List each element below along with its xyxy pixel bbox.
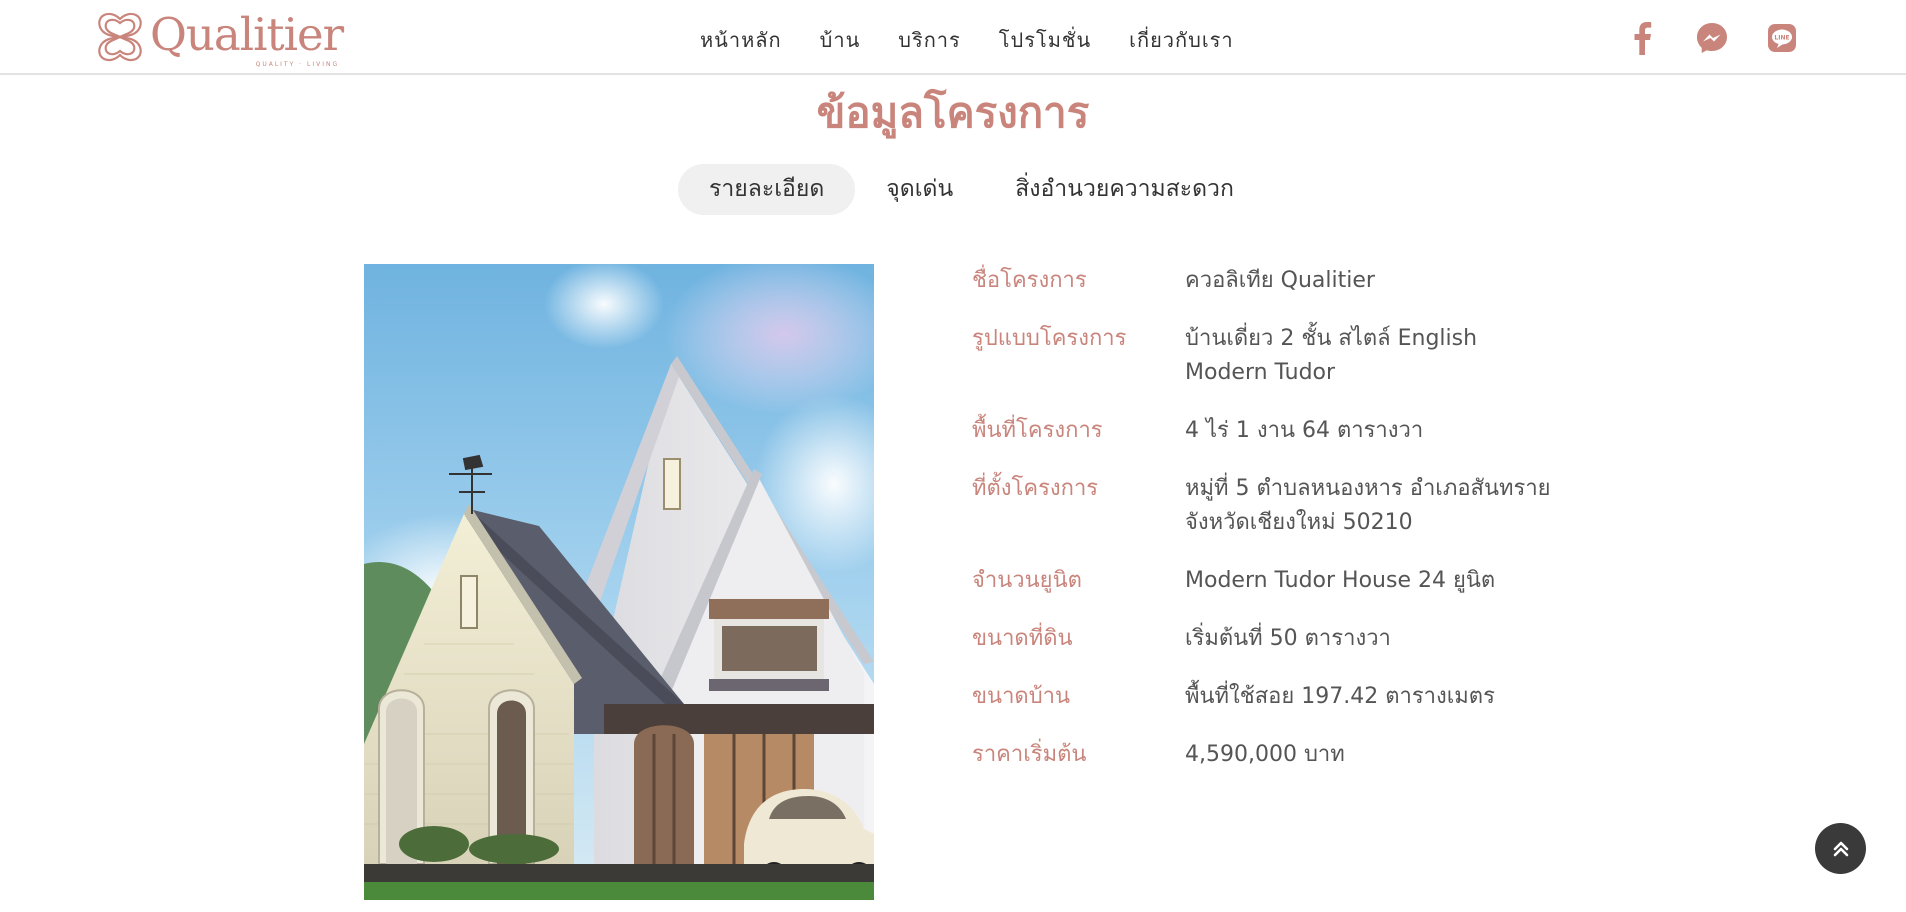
site-header: Qualitier QUALITY · LIVING หน้าหลัก บ้าน…: [0, 0, 1906, 75]
detail-row: พื้นที่โครงการ 4 ไร่ 1 งาน 64 ตารางวา: [972, 414, 1572, 448]
detail-value: Modern Tudor House 24 ยูนิต: [1185, 568, 1496, 593]
detail-label: พื้นที่โครงการ: [972, 418, 1103, 443]
page-title: ข้อมูลโครงการ: [816, 88, 1090, 137]
messenger-icon: [1697, 23, 1727, 53]
detail-row: ขนาดที่ดิน เริ่มต้นที่ 50 ตารางวา: [972, 622, 1572, 656]
messenger-link[interactable]: [1695, 20, 1729, 56]
line-icon: LINE: [1768, 24, 1796, 52]
detail-row: ที่ตั้งโครงการ หมู่ที่ 5 ตำบลหนองหาร อำเ…: [972, 472, 1572, 540]
detail-label: ราคาเริ่มต้น: [972, 742, 1087, 767]
brand-tagline: QUALITY · LIVING: [255, 61, 340, 68]
detail-value: พื้นที่ใช้สอย 197.42 ตารางเมตร: [1185, 684, 1495, 709]
detail-label: จำนวนยูนิต: [972, 568, 1082, 593]
detail-label: ขนาดบ้าน: [972, 684, 1071, 709]
detail-row: ราคาเริ่มต้น 4,590,000 บาท: [972, 738, 1572, 772]
detail-row: จำนวนยูนิต Modern Tudor House 24 ยูนิต: [972, 564, 1572, 598]
main-nav: หน้าหลัก บ้าน บริการ โปรโมชั่น เกี่ยวกับ…: [700, 24, 1272, 56]
detail-tabs: รายละเอียด จุดเด่น สิ่งอำนวยความสะดวก: [678, 164, 1265, 215]
house-image: [364, 264, 874, 900]
nav-item-services[interactable]: บริการ: [898, 24, 961, 56]
back-to-top-button[interactable]: [1815, 823, 1866, 874]
nav-item-home[interactable]: หน้าหลัก: [700, 24, 782, 56]
detail-value: 4 ไร่ 1 งาน 64 ตารางวา: [1185, 418, 1424, 443]
brand-name: Qualitier: [150, 8, 344, 61]
nav-item-houses[interactable]: บ้าน: [820, 24, 861, 56]
detail-value: ควอลิเทีย Qualitier: [1185, 268, 1375, 293]
tab-facilities[interactable]: สิ่งอำนวยความสะดวก: [984, 164, 1265, 215]
detail-label: ขนาดที่ดิน: [972, 626, 1073, 651]
double-chevron-up-icon: [1833, 841, 1848, 856]
detail-row: ขนาดบ้าน พื้นที่ใช้สอย 197.42 ตารางเมตร: [972, 680, 1572, 714]
line-link[interactable]: LINE: [1765, 20, 1799, 56]
detail-row: รูปแบบโครงการ บ้านเดี่ยว 2 ชั้น สไตล์ En…: [972, 322, 1572, 390]
detail-value: 4,590,000 บาท: [1185, 742, 1345, 767]
project-details: ชื่อโครงการ ควอลิเทีย Qualitier รูปแบบโค…: [972, 264, 1572, 796]
detail-label: รูปแบบโครงการ: [972, 326, 1127, 351]
nav-item-promotions[interactable]: โปรโมชั่น: [999, 24, 1091, 56]
detail-value: บ้านเดี่ยว 2 ชั้น สไตล์ English Modern T…: [1185, 326, 1478, 385]
detail-value: เริ่มต้นที่ 50 ตารางวา: [1185, 626, 1391, 651]
detail-label: ที่ตั้งโครงการ: [972, 476, 1099, 501]
tab-highlights[interactable]: จุดเด่น: [855, 164, 984, 215]
facebook-link[interactable]: [1625, 20, 1659, 56]
line-icon-text: LINE: [1774, 35, 1789, 42]
brand-logo[interactable]: Qualitier QUALITY · LIVING: [92, 8, 344, 68]
detail-label: ชื่อโครงการ: [972, 268, 1087, 293]
detail-row: ชื่อโครงการ ควอลิเทีย Qualitier: [972, 264, 1572, 298]
tab-details[interactable]: รายละเอียด: [678, 164, 856, 215]
nav-item-about[interactable]: เกี่ยวกับเรา: [1129, 24, 1234, 56]
facebook-icon: [1634, 22, 1652, 55]
detail-value: หมู่ที่ 5 ตำบลหนองหาร อำเภอสันทราย จังหว…: [1185, 476, 1551, 535]
logo-mark-icon: [98, 12, 142, 62]
